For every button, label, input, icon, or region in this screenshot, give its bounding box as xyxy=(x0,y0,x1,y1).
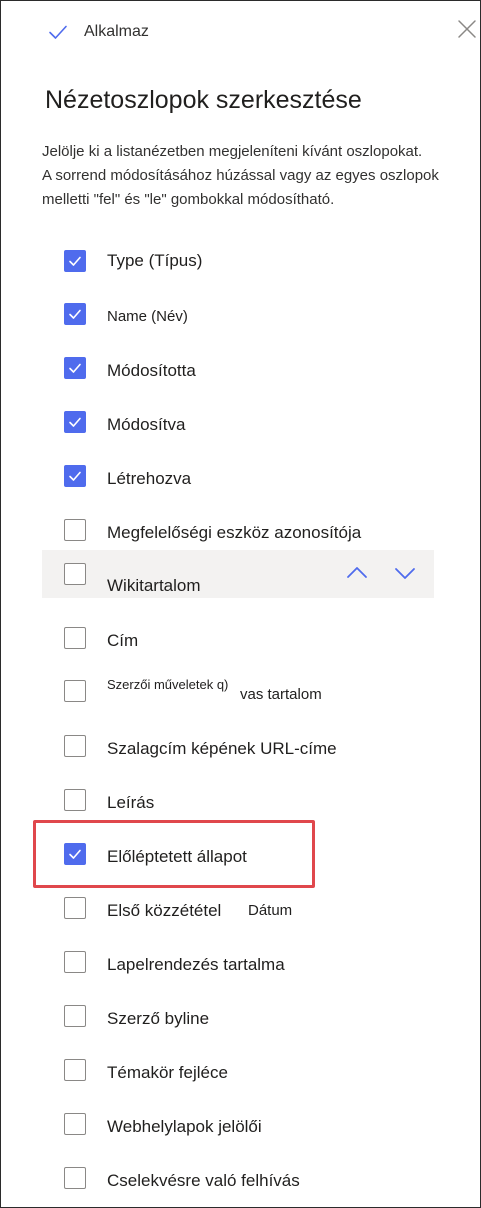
description-line: melletti "fel" és "le" gombokkal módosít… xyxy=(42,191,335,208)
column-row-call-to-action[interactable]: Cselekvésre való felhívás xyxy=(42,1154,434,1202)
checkmark-icon xyxy=(69,309,81,319)
column-label: Cím xyxy=(107,631,139,650)
checkmark-icon xyxy=(69,256,81,266)
checkbox[interactable] xyxy=(64,680,86,702)
checkbox[interactable] xyxy=(64,1113,86,1135)
checkbox[interactable] xyxy=(64,735,86,757)
column-label: Első közzététel xyxy=(107,901,222,920)
checkbox[interactable] xyxy=(64,563,86,585)
column-row-modified-by[interactable]: Módosította xyxy=(42,344,434,392)
column-label: Megfelelőségi eszköz azonosítója xyxy=(107,523,362,542)
checkbox[interactable] xyxy=(64,1059,86,1081)
column-label: Lapelrendezés tartalma xyxy=(107,955,285,974)
move-down-button[interactable] xyxy=(392,560,418,586)
checkbox[interactable] xyxy=(64,250,86,272)
column-label: Szerzői műveletek q) xyxy=(107,677,229,692)
checkbox[interactable] xyxy=(64,465,86,487)
checkbox[interactable] xyxy=(64,303,86,325)
close-button[interactable] xyxy=(456,18,478,40)
highlight-box xyxy=(33,820,315,888)
apply-button[interactable]: Alkalmaz xyxy=(48,20,149,44)
checkmark-icon xyxy=(69,471,81,481)
column-row-site-page-flags[interactable]: Webhelylapok jelölői xyxy=(42,1100,434,1148)
checkbox[interactable] xyxy=(64,1167,86,1189)
column-label: Wikitartalom xyxy=(107,576,201,595)
column-row-type[interactable]: Type (Típus) xyxy=(42,237,434,285)
column-label: Szalagcím képének URL-címe xyxy=(107,739,337,758)
column-row-modified[interactable]: Módosítva xyxy=(42,398,434,446)
checkmark-icon xyxy=(49,25,67,39)
column-label: Módosította xyxy=(107,361,196,380)
checkmark-icon xyxy=(69,363,81,373)
panel-description: Jelölje ki a listanézetben megjeleníteni… xyxy=(42,140,462,212)
column-row-author-byline[interactable]: Szerző byline xyxy=(42,992,434,1040)
column-label-extra: Dátum xyxy=(248,902,293,919)
checkmark-icon xyxy=(69,417,81,427)
column-label: Webhelylapok jelölői xyxy=(107,1117,262,1136)
column-row-topic-header[interactable]: Témakör fejléce xyxy=(42,1046,434,1094)
column-row-description[interactable]: Leírás xyxy=(42,776,434,824)
column-row-first-published[interactable]: Első közzététel Dátum xyxy=(42,884,434,932)
column-label: Szerző byline xyxy=(107,1009,210,1028)
column-label: Témakör fejléce xyxy=(107,1063,228,1082)
checkbox[interactable] xyxy=(64,897,86,919)
panel-title: Nézetoszlopok szerkesztése xyxy=(45,86,362,114)
checkbox[interactable] xyxy=(64,519,86,541)
close-icon xyxy=(458,20,476,38)
checkbox[interactable] xyxy=(64,357,86,379)
apply-label: Alkalmaz xyxy=(84,23,149,40)
column-row-banner-image-url[interactable]: Szalagcím képének URL-címe xyxy=(42,722,434,770)
column-row-wiki-content[interactable]: Wikitartalom xyxy=(42,550,434,598)
description-line: Jelölje ki a listanézetben megjeleníteni… xyxy=(42,143,423,160)
column-label: Cselekvésre való felhívás xyxy=(107,1171,300,1190)
checkbox[interactable] xyxy=(64,411,86,433)
column-row-author-actions[interactable]: Szerzői műveletek q) vas tartalom xyxy=(42,667,434,715)
description-line: A sorrend módosításához húzással vagy az… xyxy=(42,167,439,184)
column-row-compliance-asset-id[interactable]: Megfelelőségi eszköz azonosítója xyxy=(42,506,434,554)
column-label: Name (Név) xyxy=(107,308,188,325)
column-label: Leírás xyxy=(107,793,155,812)
checkbox[interactable] xyxy=(64,789,86,811)
column-label: Type (Típus) xyxy=(107,251,203,270)
column-row-name[interactable]: Name (Név) xyxy=(42,290,434,338)
column-label-extra: vas tartalom xyxy=(240,686,322,703)
column-row-title[interactable]: Cím xyxy=(42,614,434,662)
column-row-created[interactable]: Létrehozva xyxy=(42,452,434,500)
column-row-page-layout[interactable]: Lapelrendezés tartalma xyxy=(42,938,434,986)
column-label: Létrehozva xyxy=(107,469,192,488)
chevron-up-icon xyxy=(347,567,367,578)
checkbox[interactable] xyxy=(64,951,86,973)
move-up-button[interactable] xyxy=(344,560,370,586)
checkbox[interactable] xyxy=(64,1005,86,1027)
checkbox[interactable] xyxy=(64,627,86,649)
column-label: Módosítva xyxy=(107,415,186,434)
chevron-down-icon xyxy=(395,568,415,579)
